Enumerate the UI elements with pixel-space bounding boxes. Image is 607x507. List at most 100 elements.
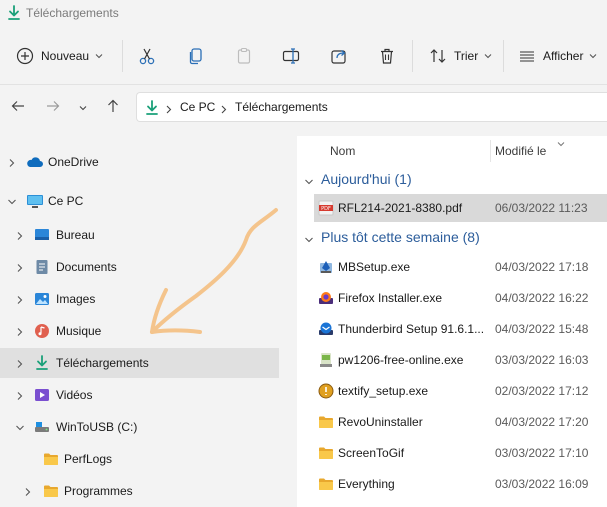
nav-item-onedrive[interactable]: OneDrive — [0, 147, 279, 177]
chevron-down-icon — [95, 53, 103, 59]
chevron-down-icon — [79, 100, 87, 114]
chevron-right-icon[interactable] — [23, 486, 33, 496]
chevron-right-icon[interactable] — [15, 262, 25, 272]
cut-button[interactable] — [137, 44, 157, 68]
file-date: 04/03/2022 17:18 — [495, 260, 589, 274]
file-row[interactable]: MBSetup.exe 04/03/2022 17:18 — [314, 253, 607, 281]
breadcrumb-downloads[interactable]: Téléchargements — [235, 100, 328, 114]
breadcrumb-chevron-icon — [166, 103, 172, 117]
folder-icon — [318, 414, 334, 430]
folder-icon — [318, 445, 334, 461]
file-list: Nom Modifié le Aujourd'hui (1) PDF RFL21… — [297, 136, 607, 507]
file-name: textify_setup.exe — [338, 384, 429, 398]
up-button[interactable] — [104, 98, 122, 116]
pdf-icon: PDF — [318, 200, 334, 216]
file-name: RevoUninstaller — [338, 415, 423, 429]
address-bar[interactable]: Ce PC Téléchargements — [136, 92, 607, 122]
group-header-earlier-this-week[interactable]: Plus tôt cette semaine (8) — [297, 226, 607, 252]
delete-button[interactable] — [377, 44, 397, 68]
chevron-right-icon[interactable] — [7, 157, 17, 167]
paste-button[interactable] — [234, 44, 254, 68]
window-title: Téléchargements — [26, 6, 119, 20]
file-date: 02/03/2022 17:12 — [495, 384, 589, 398]
nav-item-music[interactable]: Musique — [0, 316, 279, 346]
toolbar-separator — [122, 40, 123, 72]
chevron-down-icon — [589, 53, 597, 59]
download-icon — [7, 5, 21, 21]
nav-item-program-files[interactable]: Programmes — [0, 476, 279, 506]
onedrive-cloud-icon — [26, 154, 43, 170]
nav-item-desktop[interactable]: Bureau — [0, 220, 279, 250]
file-date: 04/03/2022 17:20 — [495, 415, 589, 429]
chevron-right-icon[interactable] — [15, 294, 25, 304]
chevron-down-icon — [304, 176, 314, 186]
nav-item-videos[interactable]: Vidéos — [0, 380, 279, 410]
file-date: 04/03/2022 16:22 — [495, 291, 589, 305]
column-divider[interactable] — [490, 140, 491, 162]
documents-icon — [34, 259, 50, 275]
nav-item-label: Téléchargements — [56, 356, 149, 370]
videos-icon — [34, 387, 50, 403]
nav-item-pictures[interactable]: Images — [0, 284, 279, 314]
share-button[interactable] — [329, 44, 349, 68]
nav-item-perflogs[interactable]: PerfLogs — [0, 444, 279, 474]
navigation-pane: OneDrive Ce PC Bureau Documents Images M… — [0, 136, 289, 507]
copy-button[interactable] — [186, 44, 206, 68]
file-row[interactable]: pw1206-free-online.exe 03/03/2022 16:03 — [314, 346, 607, 374]
chevron-down-icon[interactable] — [7, 196, 17, 206]
column-header-name[interactable]: Nom — [330, 144, 355, 158]
nav-item-label: PerfLogs — [64, 452, 113, 466]
back-button[interactable] — [9, 98, 27, 116]
breadcrumb-this-pc[interactable]: Ce PC — [180, 100, 215, 114]
file-row[interactable]: Everything 03/03/2022 16:09 — [314, 470, 607, 498]
trash-icon — [378, 47, 396, 65]
nav-item-drive-c[interactable]: WinToUSB (C:) — [0, 412, 279, 442]
chevron-right-icon[interactable] — [15, 358, 25, 368]
pictures-icon — [34, 291, 50, 307]
file-name: ScreenToGif — [338, 446, 405, 460]
file-date: 04/03/2022 15:48 — [495, 322, 589, 336]
desktop-folder-icon — [34, 227, 50, 243]
new-button[interactable]: Nouveau — [16, 44, 103, 68]
nav-item-label: Musique — [56, 324, 102, 338]
thunderbird-installer-icon — [318, 321, 334, 337]
file-row[interactable]: PDF RFL214-2021-8380.pdf 06/03/2022 11:2… — [314, 194, 607, 222]
folder-icon — [43, 483, 59, 499]
forward-button[interactable] — [44, 98, 62, 116]
nav-item-label: Ce PC — [48, 194, 84, 208]
chevron-down-icon[interactable] — [15, 422, 25, 432]
file-row[interactable]: Thunderbird Setup 91.6.1... 04/03/2022 1… — [314, 315, 607, 343]
nav-item-documents[interactable]: Documents — [0, 252, 279, 282]
pane-divider[interactable] — [287, 136, 297, 507]
arrow-up-icon — [107, 99, 119, 116]
folder-icon — [43, 451, 59, 467]
file-name: MBSetup.exe — [338, 260, 411, 274]
file-name: pw1206-free-online.exe — [338, 353, 464, 367]
recent-locations-button[interactable] — [74, 98, 92, 116]
nav-item-this-pc[interactable]: Ce PC — [0, 186, 279, 216]
this-pc-icon — [26, 193, 43, 209]
chevron-right-icon[interactable] — [15, 390, 25, 400]
chevron-right-icon[interactable] — [15, 230, 25, 240]
file-name: Thunderbird Setup 91.6.1... — [338, 322, 485, 336]
command-bar: Nouveau Trier Afficher — [0, 28, 607, 85]
view-button-label: Afficher — [543, 49, 584, 63]
file-row[interactable]: RevoUninstaller 04/03/2022 17:20 — [314, 408, 607, 436]
view-button[interactable]: Afficher — [518, 44, 597, 68]
rename-button[interactable] — [281, 44, 301, 68]
column-header-modified[interactable]: Modifié le — [495, 144, 546, 158]
sort-icon — [429, 47, 447, 65]
file-row[interactable]: textify_setup.exe 02/03/2022 17:12 — [314, 377, 607, 405]
group-header-today[interactable]: Aujourd'hui (1) — [297, 168, 607, 194]
nav-item-downloads[interactable]: Téléchargements — [0, 348, 279, 378]
clipboard-icon — [235, 47, 253, 65]
nav-item-label: Bureau — [56, 228, 95, 242]
chevron-down-icon — [484, 53, 492, 59]
arrow-left-icon — [11, 100, 25, 115]
file-row[interactable]: ScreenToGif 03/03/2022 17:10 — [314, 439, 607, 467]
file-row[interactable]: Firefox Installer.exe 04/03/2022 16:22 — [314, 284, 607, 312]
group-label: Aujourd'hui (1) — [321, 171, 412, 187]
copy-icon — [187, 47, 205, 65]
chevron-right-icon[interactable] — [15, 326, 25, 336]
sort-button[interactable]: Trier — [429, 44, 492, 68]
